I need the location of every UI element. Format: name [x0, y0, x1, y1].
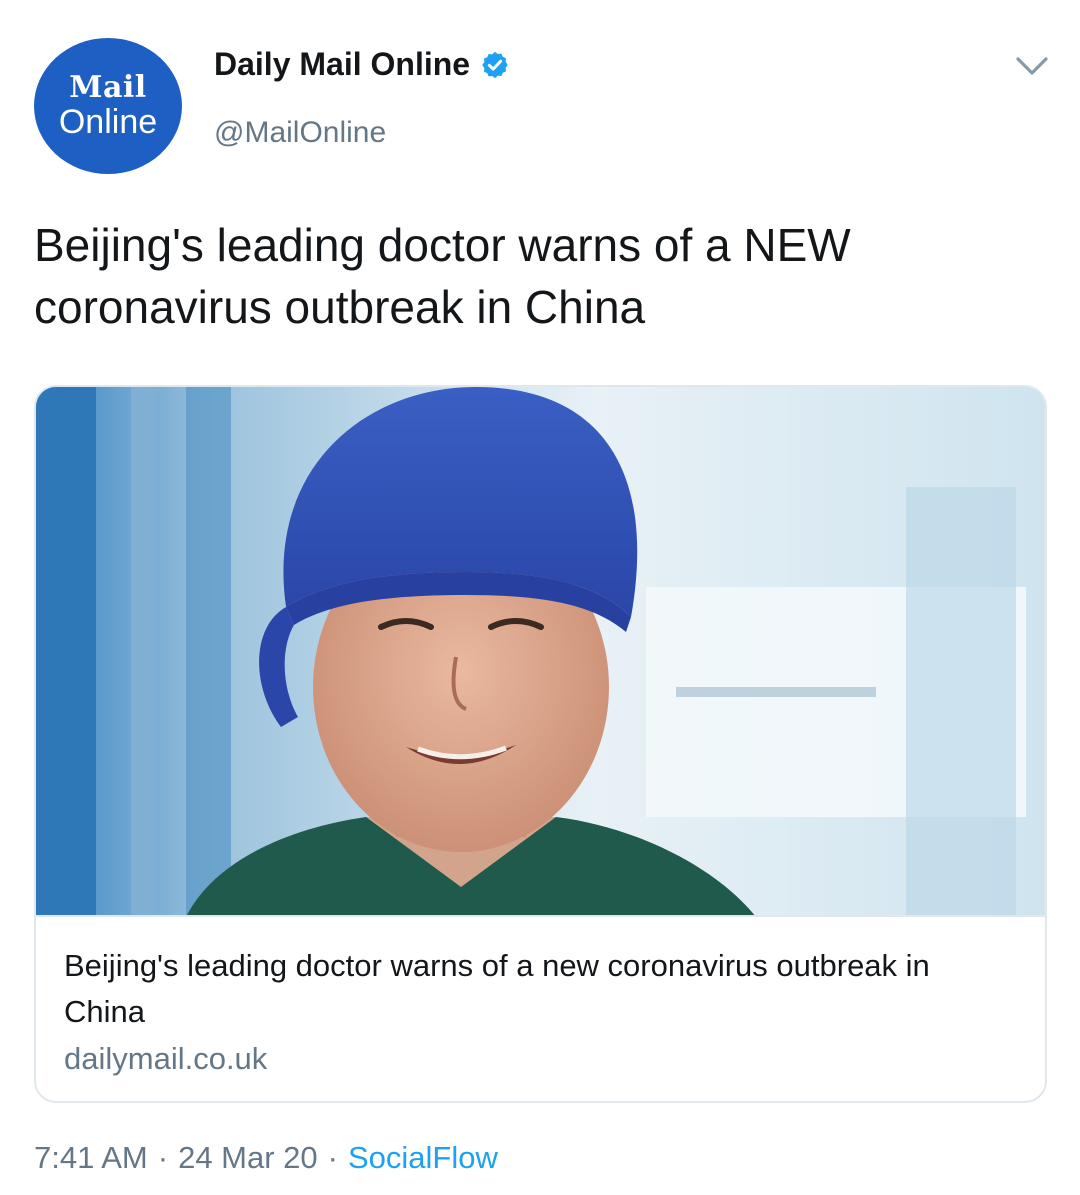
doctor-photo — [36, 387, 1045, 915]
tweet-time[interactable]: 7:41 AM — [34, 1140, 148, 1176]
card-domain[interactable]: dailymail.co.uk — [64, 1037, 1017, 1081]
author-name-text: Daily Mail Online — [214, 46, 471, 82]
tweet-text: Beijing's leading doctor warns of a NEW … — [34, 219, 851, 333]
tweet: Mail Online Daily Mail Online @MailOnlin… — [0, 0, 1080, 1195]
card-body: Beijing's leading doctor warns of a new … — [36, 917, 1045, 1081]
author-name[interactable]: Daily Mail Online — [214, 46, 510, 83]
tweet-source-link[interactable]: SocialFlow — [348, 1140, 498, 1176]
meta-separator: · — [157, 1140, 169, 1175]
meta-separator-2: · — [327, 1140, 338, 1175]
avatar-logo-line1: Mail — [69, 70, 147, 105]
card-title[interactable]: Beijing's leading doctor warns of a new … — [64, 943, 1017, 1035]
chevron-down-icon[interactable] — [1014, 54, 1050, 78]
card-image — [36, 387, 1045, 917]
author-handle[interactable]: @MailOnline — [214, 116, 386, 150]
verified-badge-icon — [482, 51, 508, 78]
avatar-logo-line2: Online — [58, 103, 158, 141]
tweet-date[interactable]: 24 Mar 20 — [178, 1140, 318, 1176]
avatar[interactable]: Mail Online — [34, 38, 182, 174]
link-card[interactable]: Beijing's leading doctor warns of a new … — [34, 385, 1047, 1103]
tweet-meta: 7:41 AM · 24 Mar 20 · SocialFlow — [34, 1140, 498, 1176]
